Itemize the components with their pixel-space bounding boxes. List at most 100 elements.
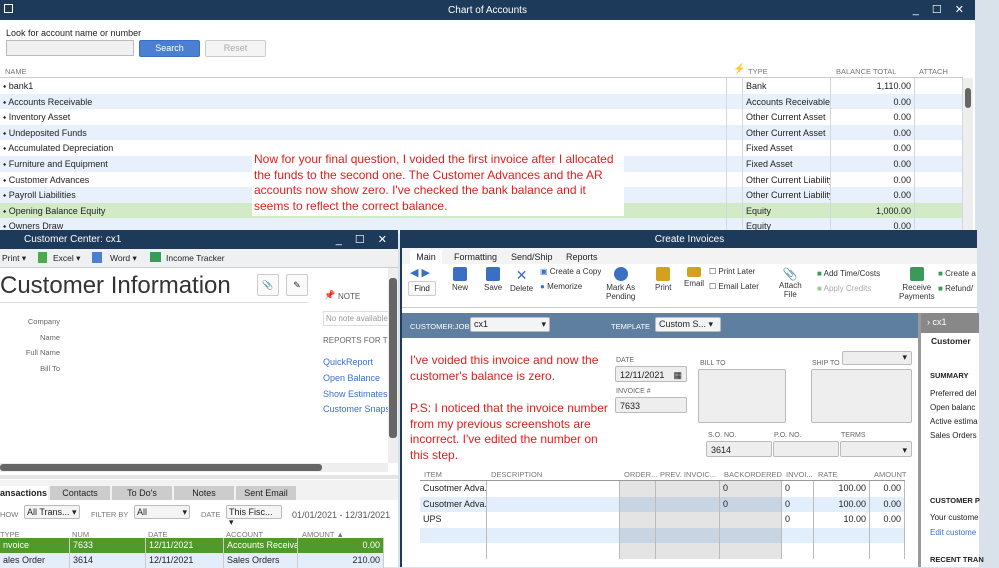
line-item-cell[interactable] [487,543,620,559]
transaction-date[interactable]: 12/11/2021 [146,553,224,568]
invoice-col-header[interactable]: PREV. INVOIC... [660,470,716,479]
line-item-item[interactable]: Cusotmer Adva... [420,496,487,512]
invoice-col-header[interactable]: ORDER... [624,470,657,479]
account-row[interactable]: ⬩ Undeposited Funds Other Current Asset 0.… [0,124,963,141]
account-row[interactable]: ⬩ bank1 Bank 1,110.00 [0,78,963,94]
line-item-rate[interactable]: 100.00 [814,496,870,512]
invoice-col-header[interactable]: AMOUNT [874,470,907,479]
line-item-back[interactable]: 0 [720,481,782,497]
transaction-account[interactable]: Accounts Receiva... [224,538,298,553]
search-button[interactable]: Search [139,40,200,57]
window-controls[interactable]: _ ☐ ✕ [913,3,969,16]
tab-reports[interactable]: Reports [566,252,598,262]
transaction-date[interactable]: 12/11/2021 [146,538,224,553]
line-item-cell[interactable] [620,527,656,543]
create-button[interactable]: ■ Create a [938,269,976,278]
customer-job-dropdown[interactable]: cx1 ▾ [470,317,550,332]
line-item-cell[interactable] [487,512,620,528]
word-button[interactable]: Word ▾ [110,253,137,264]
delete-button[interactable]: ✕ Delete [510,267,533,293]
line-item-cell[interactable] [656,527,720,543]
col-name[interactable]: NAME [5,67,27,76]
transaction-amount[interactable]: 0.00 [298,538,384,553]
line-item-cell[interactable] [620,481,656,497]
invoice-col-header[interactable]: DESCRIPTION [491,470,542,479]
transaction-amount[interactable]: 210.00 [298,553,384,568]
transaction-type[interactable]: nvoice [0,538,70,553]
search-input[interactable] [6,40,134,56]
template-dropdown[interactable]: Custom S... ▾ [655,317,721,332]
bill-to-field[interactable] [698,369,786,423]
attach-file-button[interactable]: 📎 Attach File [779,267,802,299]
line-item-item[interactable] [420,527,487,543]
tab-notes[interactable]: Notes [174,486,234,500]
line-item-cell[interactable] [620,512,656,528]
quickreport-link[interactable]: QuickReport [323,357,373,367]
account-row[interactable]: ⬩ Inventory Asset Other Current Asset 0.00 [0,109,963,126]
open-balance-link[interactable]: Open Balance [323,373,380,383]
lightning-icon[interactable]: ⚡ [733,64,745,75]
income-tracker-button[interactable]: Income Tracker [166,253,225,263]
invoice-number-field[interactable]: 7633 [615,397,687,413]
terms-dropdown[interactable]: ▾ [840,441,912,457]
line-item-rate[interactable]: 100.00 [814,481,870,497]
apply-credits-button[interactable]: ■ Apply Credits [817,284,871,293]
refund-button[interactable]: ■ Refund/ [938,284,973,293]
line-item-rate[interactable]: 10.00 [814,512,870,528]
transaction-num[interactable]: 3614 [70,553,146,568]
line-item-rate[interactable] [814,543,870,559]
panel-tab-customer[interactable]: Customer [931,336,971,346]
line-item-invoiced[interactable] [782,527,814,543]
line-item-cell[interactable] [656,543,720,559]
line-item-invoiced[interactable]: 0 [782,496,814,512]
show-dropdown[interactable]: All Trans... ▾ [24,505,80,519]
date-field[interactable]: 12/11/2021 ▦ [615,366,687,382]
line-item-amount[interactable]: 0.00 [870,496,905,512]
prev-next-arrows[interactable]: ◀ ▶ [410,266,430,279]
edit-customer-link[interactable]: Edit custome [930,528,976,537]
ship-to-dropdown[interactable]: ▾ [842,351,912,365]
show-estimates-link[interactable]: Show Estimates [323,389,388,399]
invoice-col-header[interactable]: ITEM [424,470,442,479]
line-item-amount[interactable] [870,543,905,559]
so-field[interactable]: 3614 [706,441,772,457]
transaction-num[interactable]: 7633 [70,538,146,553]
invoice-col-header[interactable]: RATE [818,470,837,479]
customer-snapshot-link[interactable]: Customer Snapsh [323,404,388,414]
receive-payments-button[interactable]: Receive Payments [899,267,935,301]
invoice-col-header[interactable]: INVOI... [786,470,813,479]
line-item-invoiced[interactable]: 0 [782,512,814,528]
col-balance[interactable]: BALANCE TOTAL [836,67,896,76]
date-dropdown[interactable]: This Fisc... ▾ [226,505,282,527]
save-button[interactable]: Save [484,267,502,292]
tab-formatting[interactable]: Formatting [454,252,497,262]
line-item-amount[interactable] [870,527,905,543]
po-field[interactable] [773,441,839,457]
tab-main[interactable]: Main [410,250,442,264]
system-menu-icon[interactable] [4,4,13,13]
line-item-cell[interactable] [656,481,720,497]
line-item-cell[interactable] [487,527,620,543]
tab-sent-email[interactable]: Sent Email [236,486,296,500]
note-field[interactable]: No note available [323,311,393,326]
col-type[interactable]: TYPE [748,67,768,76]
print-button[interactable]: Print ▾ [2,253,26,264]
memorize-button[interactable]: ● Memorize [540,282,582,291]
scrollbar[interactable] [963,78,973,230]
line-item-amount[interactable]: 0.00 [870,481,905,497]
line-item-item[interactable] [420,543,487,559]
attach-icon[interactable]: 📎 [257,274,279,296]
print-later-checkbox[interactable]: ☐ Print Later [709,267,755,276]
line-item-invoiced[interactable] [782,543,814,559]
email-later-checkbox[interactable]: ☐ Email Later [709,282,759,291]
tab-transactions[interactable]: ansactions [0,486,48,500]
tab-contacts[interactable]: Contacts [50,486,110,500]
add-time-costs-button[interactable]: ■ Add Time/Costs [817,269,880,278]
transaction-account[interactable]: Sales Orders [224,553,298,568]
excel-button[interactable]: Excel ▾ [53,253,80,264]
create-copy-button[interactable]: ▣ Create a Copy [540,267,601,276]
line-item-amount[interactable]: 0.00 [870,512,905,528]
vertical-scrollbar[interactable] [388,268,398,463]
line-item-back[interactable] [720,512,782,528]
line-item-cell[interactable] [620,496,656,512]
